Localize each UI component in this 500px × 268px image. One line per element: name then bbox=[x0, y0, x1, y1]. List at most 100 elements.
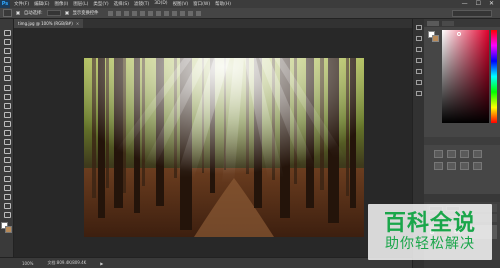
menu-layer[interactable]: 图层(L) bbox=[73, 1, 88, 7]
hand-tool-icon[interactable] bbox=[3, 193, 11, 200]
pen-tool-icon[interactable] bbox=[3, 156, 11, 164]
color-balance-icon[interactable] bbox=[460, 162, 469, 170]
distribute-right-icon[interactable] bbox=[196, 10, 202, 16]
dodge-tool-icon[interactable] bbox=[3, 147, 11, 155]
distribute-bottom-icon[interactable] bbox=[172, 10, 178, 16]
brightness-contrast-icon[interactable] bbox=[434, 150, 443, 158]
maximize-button[interactable]: ☐ bbox=[476, 0, 481, 8]
background-color-swatch[interactable] bbox=[4, 225, 12, 233]
auto-select-label: 自动选择: bbox=[24, 11, 43, 16]
align-top-icon[interactable] bbox=[108, 10, 114, 16]
brush-panel-icon[interactable] bbox=[415, 80, 422, 85]
document-tab-title: timg.jpg @ 100% (RGB/8#) bbox=[18, 21, 73, 26]
move-tool-icon[interactable] bbox=[3, 29, 11, 36]
color-swatches[interactable] bbox=[0, 221, 13, 234]
align-center-icon[interactable] bbox=[140, 10, 146, 16]
menu-help[interactable]: 帮助(H) bbox=[215, 1, 231, 7]
tab-color[interactable] bbox=[427, 20, 439, 26]
color-panel bbox=[424, 27, 500, 125]
crop-tool-icon[interactable] bbox=[3, 65, 11, 73]
more-tools-icon[interactable] bbox=[3, 211, 11, 218]
blur-tool-icon[interactable] bbox=[3, 138, 11, 146]
align-bottom-icon[interactable] bbox=[124, 10, 130, 16]
black-white-icon[interactable] bbox=[473, 162, 482, 170]
forest-photo[interactable] bbox=[84, 58, 364, 237]
marquee-tool-icon[interactable] bbox=[3, 38, 11, 46]
toolbox bbox=[0, 19, 14, 257]
document-info: 文档:809.4K/809.4K bbox=[47, 260, 87, 265]
align-buttons bbox=[108, 10, 202, 16]
watermark-subtitle: 助你轻松解决 bbox=[385, 236, 475, 252]
auto-select-checkbox[interactable] bbox=[16, 11, 20, 15]
layers-panel-footer bbox=[424, 260, 500, 268]
hue-saturation-icon[interactable] bbox=[447, 162, 456, 170]
align-middle-icon[interactable] bbox=[116, 10, 122, 16]
vibrance-icon[interactable] bbox=[434, 162, 443, 170]
healing-brush-tool-icon[interactable] bbox=[3, 84, 11, 91]
gradient-tool-icon[interactable] bbox=[3, 129, 11, 137]
eyedropper-tool-icon[interactable] bbox=[3, 74, 11, 82]
tab-close-icon[interactable]: × bbox=[76, 21, 79, 26]
distribute-top-icon[interactable] bbox=[156, 10, 162, 16]
tab-swatches[interactable] bbox=[442, 20, 454, 26]
color-picker-cursor[interactable] bbox=[457, 32, 461, 36]
canvas-area[interactable] bbox=[14, 28, 412, 257]
close-button[interactable]: ✕ bbox=[489, 0, 494, 8]
show-transform-checkbox[interactable] bbox=[64, 11, 69, 15]
layers-panel-tabs bbox=[424, 194, 500, 202]
align-left-icon[interactable] bbox=[132, 10, 138, 16]
distribute-left-icon[interactable] bbox=[180, 10, 186, 16]
align-right-icon[interactable] bbox=[148, 10, 154, 16]
history-panel-icon[interactable] bbox=[415, 25, 422, 30]
menu-items: 文件(F) 编辑(E) 图像(I) 图层(L) 类型(Y) 选择(S) 滤镜(T… bbox=[10, 1, 231, 7]
adjustments-panel-tabs bbox=[424, 137, 500, 145]
history-brush-tool-icon[interactable] bbox=[3, 111, 11, 118]
paragraph-panel-icon[interactable] bbox=[415, 69, 422, 74]
menu-edit[interactable]: 编辑(E) bbox=[34, 1, 49, 7]
menu-file[interactable]: 文件(F) bbox=[14, 1, 29, 7]
properties-panel-icon[interactable] bbox=[415, 36, 422, 41]
workspace-switcher[interactable] bbox=[452, 9, 492, 17]
menu-3d[interactable]: 3D(D) bbox=[154, 1, 167, 7]
watermark: 百科全说 助你轻松解决 bbox=[368, 204, 492, 260]
adjustments-grid bbox=[424, 145, 500, 175]
menu-image[interactable]: 图像(I) bbox=[54, 1, 68, 7]
lasso-tool-icon[interactable] bbox=[3, 47, 11, 55]
auto-select-dropdown[interactable] bbox=[46, 10, 61, 16]
menu-window[interactable]: 窗口(W) bbox=[193, 1, 210, 7]
adjustments-panel-icon[interactable] bbox=[415, 47, 422, 52]
curves-icon[interactable] bbox=[460, 150, 469, 158]
watermark-title: 百科全说 bbox=[383, 211, 476, 236]
document-tab[interactable]: timg.jpg @ 100% (RGB/8#) × bbox=[14, 19, 84, 28]
menu-type[interactable]: 类型(Y) bbox=[93, 1, 108, 7]
move-tool-preset-icon[interactable] bbox=[3, 9, 12, 17]
exposure-icon[interactable] bbox=[473, 150, 482, 158]
character-panel-icon[interactable] bbox=[415, 58, 422, 63]
zoom-level[interactable]: 100% bbox=[22, 261, 33, 266]
clone-stamp-tool-icon[interactable] bbox=[3, 102, 11, 109]
zoom-tool-icon[interactable] bbox=[3, 202, 11, 209]
document-tab-bar: timg.jpg @ 100% (RGB/8#) × bbox=[14, 19, 412, 28]
levels-icon[interactable] bbox=[447, 150, 456, 158]
distribute-middle-icon[interactable] bbox=[164, 10, 170, 16]
eraser-tool-icon[interactable] bbox=[3, 120, 11, 127]
path-select-tool-icon[interactable] bbox=[3, 175, 11, 182]
status-menu-arrow-icon[interactable]: ▶ bbox=[100, 261, 103, 266]
minimize-button[interactable]: — bbox=[462, 0, 468, 8]
quick-select-tool-icon[interactable] bbox=[3, 56, 11, 64]
hue-slider[interactable] bbox=[491, 30, 497, 123]
type-tool-icon[interactable] bbox=[3, 165, 11, 173]
options-bar: 自动选择: 显示变换控件 bbox=[0, 8, 500, 19]
distribute-center-icon[interactable] bbox=[188, 10, 194, 16]
show-transform-label: 显示变换控件 bbox=[72, 11, 99, 16]
window-controls: — ☐ ✕ bbox=[462, 0, 500, 8]
menu-filter[interactable]: 滤镜(T) bbox=[134, 1, 149, 7]
menu-bar: Ps 文件(F) 编辑(E) 图像(I) 图层(L) 类型(Y) 选择(S) 滤… bbox=[0, 0, 500, 8]
clone-source-panel-icon[interactable] bbox=[415, 91, 422, 96]
brush-tool-icon[interactable] bbox=[3, 93, 11, 100]
shape-tool-icon[interactable] bbox=[3, 184, 11, 191]
color-picker-field[interactable] bbox=[442, 30, 489, 123]
menu-select[interactable]: 选择(S) bbox=[114, 1, 129, 7]
panel-background-swatch[interactable] bbox=[432, 35, 439, 42]
menu-view[interactable]: 视图(V) bbox=[173, 1, 189, 7]
